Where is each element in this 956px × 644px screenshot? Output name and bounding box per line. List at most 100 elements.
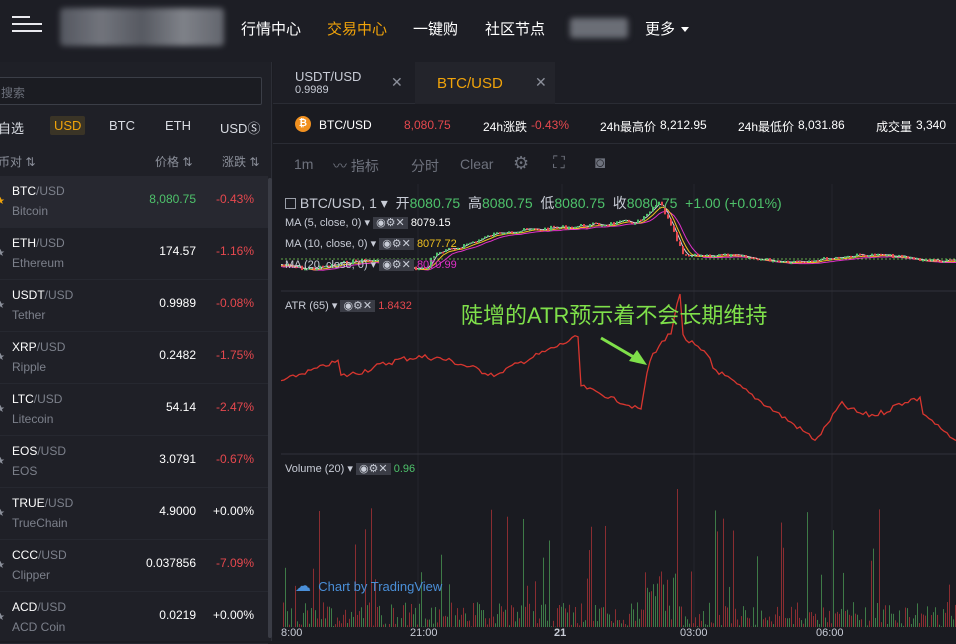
tab-favorites[interactable]: 自选 <box>0 118 24 137</box>
menu-icon[interactable] <box>12 14 42 34</box>
volume-bar <box>655 596 656 627</box>
market-row-acd[interactable]: ★ACD/USDACD Coin0.0219+0.00% <box>0 592 268 644</box>
star-icon[interactable]: ★ <box>0 352 5 363</box>
volume-bar <box>529 604 530 627</box>
indicators-button[interactable]: 〰 指标 <box>333 156 379 176</box>
market-row-true[interactable]: ★TRUE/USDTrueChain4.9000+0.00% <box>0 488 268 540</box>
legend-controls-icon[interactable]: ◉⚙✕ <box>373 217 408 229</box>
market-row-ccc[interactable]: ★CCC/USDClipper0.037856-7.09% <box>0 540 268 592</box>
volume-bar <box>811 612 812 627</box>
clear-button[interactable]: Clear <box>460 156 493 172</box>
close-icon[interactable]: ✕ <box>535 74 547 91</box>
account-info[interactable] <box>570 18 628 38</box>
volume-bar <box>381 615 382 627</box>
legend-symbol[interactable]: BTC/USD, 1 <box>300 195 377 211</box>
price-chart[interactable] <box>281 184 956 627</box>
star-icon[interactable]: ★ <box>0 300 5 311</box>
ma20-legend[interactable]: MA (20, close, 0) ▾ ◉⚙✕ 8070.99 <box>285 258 457 271</box>
tradingview-watermark[interactable]: ☁ Chart by TradingView <box>295 576 442 596</box>
candle <box>493 233 495 237</box>
atr-legend[interactable]: ATR (65) ▾ ◉⚙✕ 1.8432 <box>285 299 412 312</box>
column-pair[interactable]: 币对 ⇅ <box>0 153 35 170</box>
star-icon[interactable]: ★ <box>0 196 5 207</box>
star-icon[interactable]: ★ <box>0 560 5 571</box>
chart-tab-bar: USDT/USD 0.9989 ✕ BTC/USD ✕ <box>273 62 956 104</box>
nav-more[interactable]: 更多 <box>645 18 689 39</box>
timeshare-button[interactable]: 分时 <box>411 156 439 176</box>
column-price[interactable]: 价格 ⇅ <box>155 153 192 170</box>
market-row-eth[interactable]: ★ETH/USDEthereum174.57-1.16% <box>0 228 268 280</box>
nav-community-node[interactable]: 社区节点 <box>485 18 545 39</box>
volume-bar <box>589 550 590 627</box>
chevron-down-icon[interactable]: ▾ <box>381 195 388 211</box>
column-change[interactable]: 涨跌 ⇅ <box>222 153 259 170</box>
scrollbar[interactable] <box>268 178 272 638</box>
time-axis[interactable]: 8:00 21:00 21 03:00 06:00 <box>273 627 956 641</box>
volume-bar <box>307 610 308 627</box>
interval-button[interactable]: 1m <box>294 156 313 172</box>
volume-bar <box>325 618 326 627</box>
volume-bar <box>875 618 876 627</box>
volume-bar <box>933 612 934 627</box>
market-list-panel: 搜索 自选 USD BTC ETH USDⓈ 币对 ⇅ 价格 ⇅ 涨跌 ⇅ ★B… <box>0 62 272 641</box>
volume-bar <box>443 616 444 627</box>
volume-bar <box>879 509 880 627</box>
nav-trade-center[interactable]: 交易中心 <box>327 18 387 39</box>
fullscreen-icon[interactable]: ⛶ <box>553 153 565 173</box>
market-row-eos[interactable]: ★EOS/USDEOS3.0791-0.67% <box>0 436 268 488</box>
top-navigation-bar: 行情中心 交易中心 一键购 社区节点 更多 <box>0 0 956 62</box>
volume-bar <box>825 618 826 627</box>
collapse-icon[interactable] <box>285 198 296 209</box>
candle <box>751 257 753 259</box>
pair-base: ACD <box>12 600 37 614</box>
candle <box>586 227 588 229</box>
coin-name: EOS <box>12 464 37 478</box>
volume-bar <box>367 605 368 627</box>
volume-bar <box>909 617 910 627</box>
gear-icon[interactable]: ⚙ <box>513 153 529 174</box>
volume-bar <box>725 606 726 627</box>
candle <box>916 258 918 260</box>
tab-usdt-usd[interactable]: USDT/USD 0.9989 ✕ <box>273 62 411 104</box>
market-row-ltc[interactable]: ★LTC/USDLitecoin54.14-2.47% <box>0 384 268 436</box>
candle <box>583 224 585 227</box>
nav-one-click-buy[interactable]: 一键购 <box>413 18 458 39</box>
star-icon[interactable]: ★ <box>0 612 5 623</box>
camera-icon[interactable]: ◙ <box>595 153 605 173</box>
candle <box>748 257 750 259</box>
star-icon[interactable]: ★ <box>0 248 5 259</box>
candle <box>535 228 537 230</box>
tab-btc-usd[interactable]: BTC/USD ✕ <box>415 62 555 104</box>
ma5-legend[interactable]: MA (5, close, 0) ▾ ◉⚙✕ 8079.15 <box>285 216 451 229</box>
legend-high: 8080.75 <box>482 195 533 211</box>
tab-usds[interactable]: USDⓈ <box>220 118 260 137</box>
ma10-legend[interactable]: MA (10, close, 0) ▾ ◉⚙✕ 8077.72 <box>285 237 457 250</box>
market-row-xrp[interactable]: ★XRP/USDRipple0.2482-1.75% <box>0 332 268 384</box>
legend-controls-icon[interactable]: ◉⚙✕ <box>379 259 414 271</box>
volume-bar <box>337 618 338 627</box>
tab-usd[interactable]: USD <box>50 116 85 135</box>
candle <box>811 260 813 262</box>
candle <box>868 256 870 258</box>
candle <box>634 223 636 225</box>
star-icon[interactable]: ★ <box>0 404 5 415</box>
star-icon[interactable]: ★ <box>0 508 5 519</box>
market-row-btc[interactable]: ★BTC/USDBitcoin8,080.75-0.43% <box>0 176 268 228</box>
volume-bar <box>815 614 816 627</box>
atr-value: 1.8432 <box>378 300 412 312</box>
search-input[interactable]: 搜索 <box>0 77 262 105</box>
tab-btc[interactable]: BTC <box>109 118 135 133</box>
pair-quote: /USD <box>45 496 74 510</box>
legend-controls-icon[interactable]: ◉⚙✕ <box>340 300 375 312</box>
market-row-usdt[interactable]: ★USDT/USDTether0.9989-0.08% <box>0 280 268 332</box>
tab-eth[interactable]: ETH <box>165 118 191 133</box>
legend-controls-icon[interactable]: ◉⚙✕ <box>379 238 414 250</box>
change-value: +0.00% <box>213 504 254 518</box>
candle <box>910 257 912 259</box>
nav-market-center[interactable]: 行情中心 <box>241 18 301 39</box>
close-icon[interactable]: ✕ <box>391 74 403 91</box>
volume-legend[interactable]: Volume (20) ▾ ◉⚙✕ 0.96 <box>285 462 415 475</box>
volume-bar <box>401 618 402 627</box>
star-icon[interactable]: ★ <box>0 456 5 467</box>
legend-controls-icon[interactable]: ◉⚙✕ <box>356 463 391 475</box>
